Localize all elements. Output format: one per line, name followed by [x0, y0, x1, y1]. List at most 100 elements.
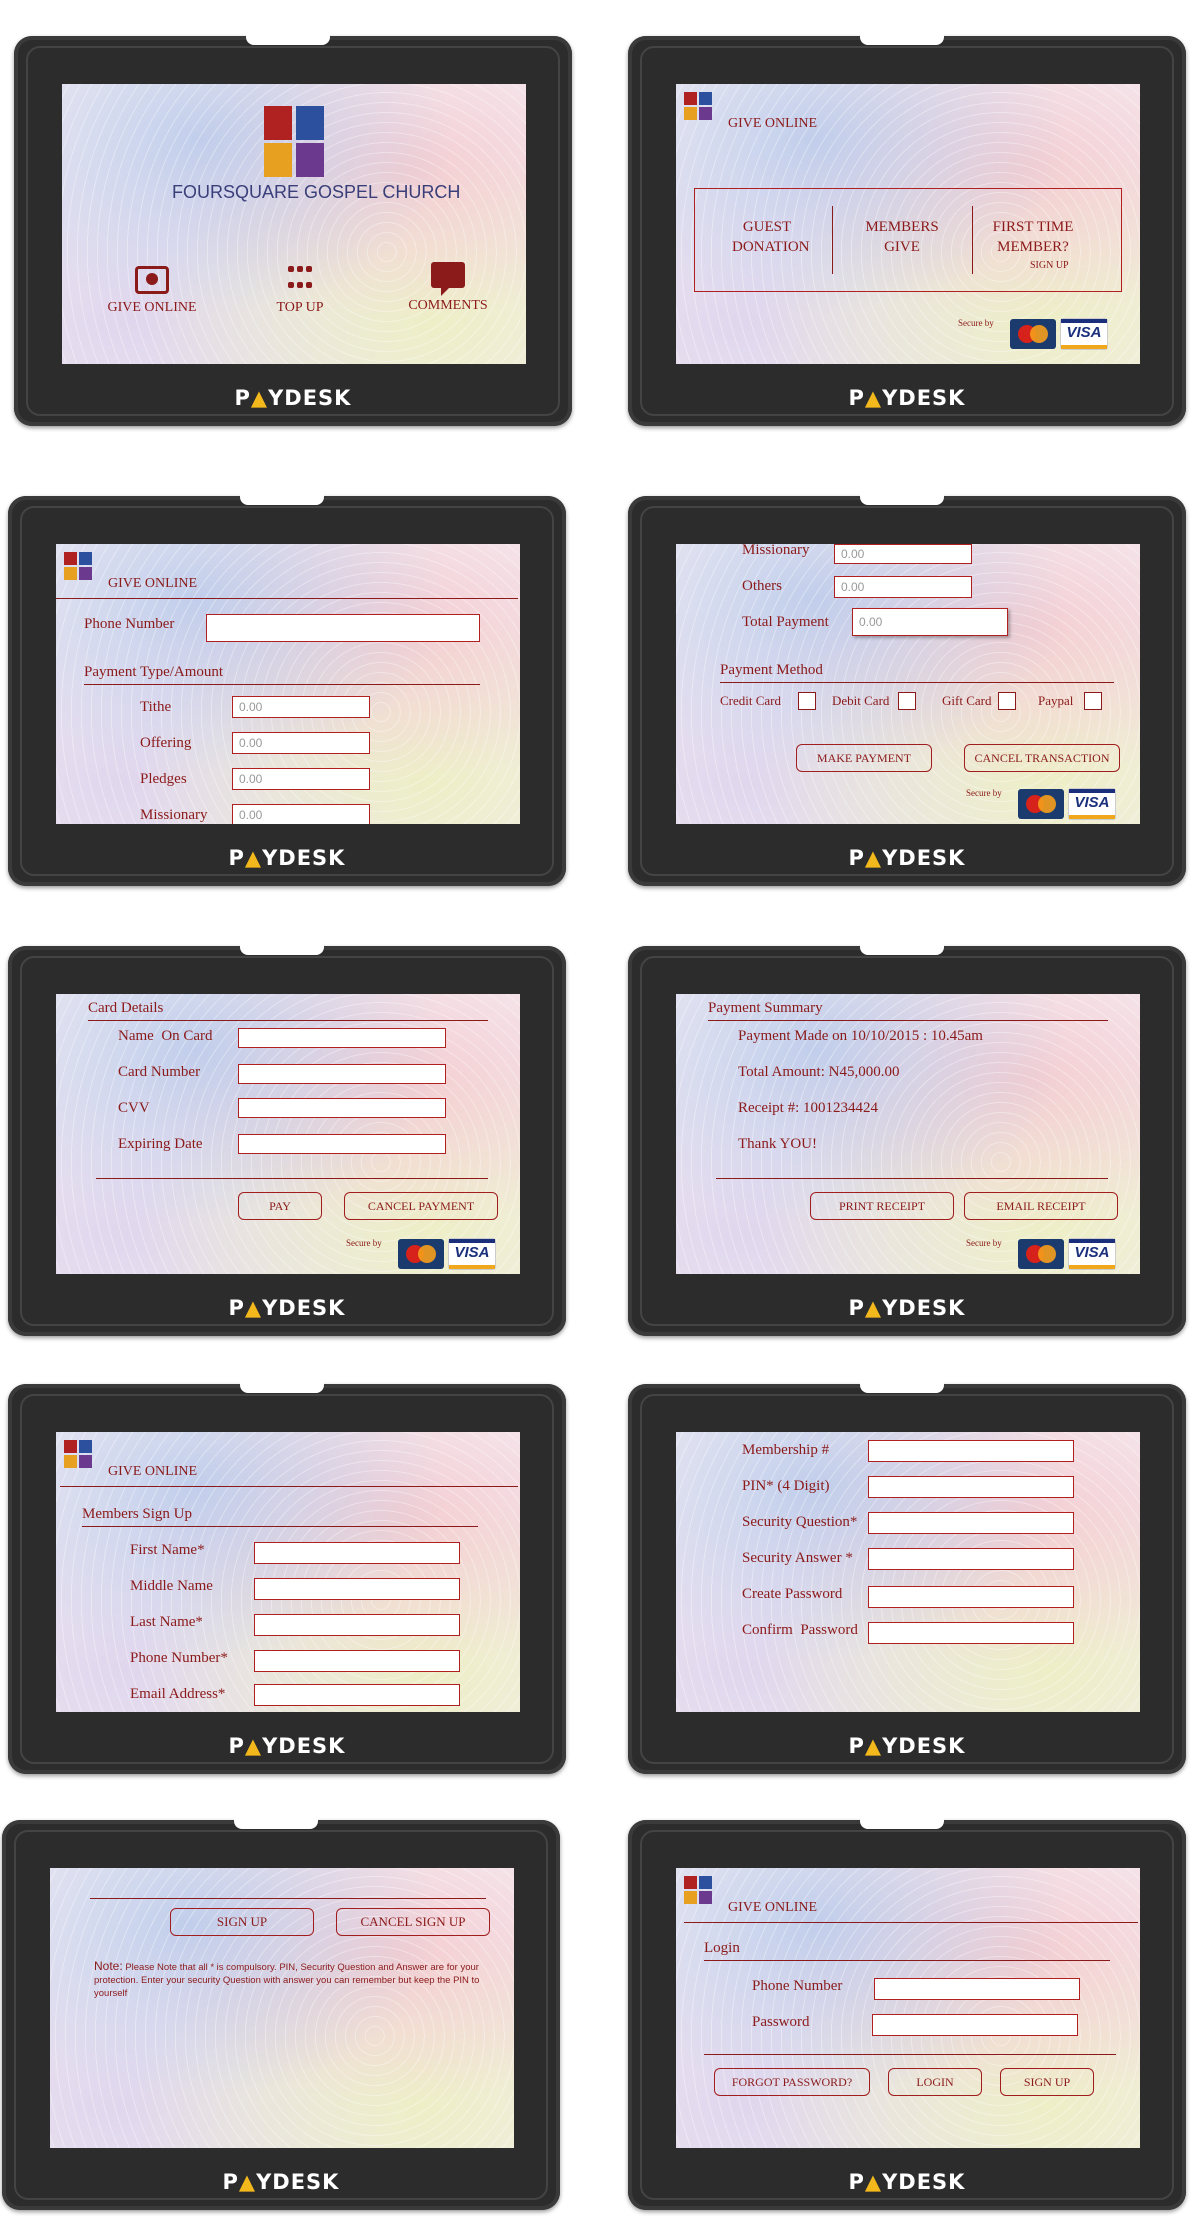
section-rule [82, 1526, 478, 1527]
expiring-date-label: Expiring Date [118, 1136, 203, 1152]
give-online-label: GIVE ONLINE [107, 300, 197, 315]
confirm-password-input[interactable] [868, 1622, 1074, 1644]
screen-security-setup: Membership # PIN* (4 Digit) Security Que… [676, 1432, 1140, 1712]
screen-give-online-options: GIVE ONLINE GUEST DONATION MEMBERS GIVE … [676, 84, 1140, 364]
credit-card-label: Credit Card [720, 693, 782, 708]
cvv-input[interactable] [238, 1098, 446, 1118]
screen-home: FOURSQUARE GOSPEL CHURCH GIVE ONLINE TOP… [62, 84, 526, 364]
money-icon [135, 266, 169, 294]
first-name-input[interactable] [254, 1542, 460, 1564]
membership-number-input[interactable] [868, 1440, 1074, 1462]
top-up-tile[interactable]: TOP UP [270, 266, 330, 316]
print-receipt-button[interactable]: PRINT RECEIPT [810, 1192, 954, 1220]
cancel-payment-button[interactable]: CANCEL PAYMENT [344, 1192, 498, 1220]
cancel-transaction-button[interactable]: CANCEL TRANSACTION [964, 744, 1120, 772]
pledges-input[interactable]: 0.00 [232, 768, 370, 790]
section-rule [716, 1178, 1108, 1179]
email-address-label: Email Address* [130, 1686, 226, 1702]
phone-number-input[interactable] [254, 1650, 460, 1672]
name-on-card-input[interactable] [238, 1028, 446, 1048]
credit-card-checkbox[interactable] [798, 692, 816, 710]
others-input[interactable]: 0.00 [834, 576, 972, 598]
create-password-label: Create Password [742, 1586, 843, 1602]
church-logo-small [64, 552, 92, 580]
pay-button[interactable]: PAY [238, 1192, 322, 1220]
visa-icon: VISA [1060, 318, 1108, 350]
comments-tile[interactable]: COMMENTS [398, 262, 498, 314]
missionary-input[interactable]: 0.00 [232, 804, 370, 824]
church-name: FOURSQUARE GOSPEL CHURCH [172, 182, 461, 202]
device-notch [860, 31, 944, 45]
expiring-date-input[interactable] [238, 1134, 446, 1154]
password-input[interactable] [872, 2014, 1078, 2036]
paydesk-logo: P▲YDESK [848, 846, 966, 870]
email-receipt-button[interactable]: EMAIL RECEIPT [964, 1192, 1118, 1220]
section-rule [96, 1178, 488, 1179]
payment-summary-label: Payment Summary [708, 1000, 823, 1016]
device-notch [860, 1815, 944, 1829]
tithe-input[interactable]: 0.00 [232, 696, 370, 718]
debit-card-checkbox[interactable] [898, 692, 916, 710]
paydesk-logo: P▲YDESK [848, 2170, 966, 2194]
payment-cards: VISA [398, 1238, 496, 1270]
paydesk-logo: P▲YDESK [228, 846, 346, 870]
screen-sign-up-confirm: SIGN UP CANCEL SIGN UP Note: Please Note… [50, 1868, 514, 2148]
section-rule [704, 1960, 1110, 1961]
cvv-label: CVV [118, 1100, 150, 1116]
paypal-checkbox[interactable] [1084, 692, 1102, 710]
device-card-details: Card Details Name On Card Card Number CV… [8, 941, 566, 1336]
secure-by-label: Secure by [966, 788, 1002, 798]
screen-payment-form: GIVE ONLINE Phone Number Payment Type/Am… [56, 544, 520, 824]
guest-donation-option[interactable]: GUEST DONATION [732, 217, 810, 257]
sign-up-button[interactable]: SIGN UP [170, 1908, 314, 1936]
screen-payment-summary: Payment Summary Payment Made on 10/10/20… [676, 994, 1140, 1274]
section-rule [708, 1020, 1108, 1021]
login-button[interactable]: LOGIN [888, 2068, 982, 2096]
secure-by-label: Secure by [346, 1238, 382, 1248]
middle-name-input[interactable] [254, 1578, 460, 1600]
device-payment-form: GIVE ONLINE Phone Number Payment Type/Am… [8, 491, 566, 886]
first-name-label: First Name* [130, 1542, 205, 1558]
members-give-option[interactable]: MEMBERS GIVE [862, 217, 942, 257]
offering-label: Offering [140, 735, 192, 751]
phone-number-input[interactable] [874, 1978, 1080, 2000]
grid-icon [286, 266, 314, 294]
security-question-input[interactable] [868, 1512, 1074, 1534]
sign-up-button[interactable]: SIGN UP [1000, 2068, 1094, 2096]
create-password-input[interactable] [868, 1586, 1074, 1608]
total-amount: Total Amount: N45,000.00 [738, 1064, 900, 1080]
device-notch [860, 1379, 944, 1393]
sign-up-link[interactable]: SIGN UP [1030, 260, 1069, 271]
paypal-label: Paypal [1038, 693, 1074, 708]
card-details-label: Card Details [88, 1000, 164, 1016]
pledges-label: Pledges [140, 771, 187, 787]
email-address-input[interactable] [254, 1684, 460, 1706]
device-payment-summary: Payment Summary Payment Made on 10/10/20… [628, 941, 1186, 1336]
missionary-input[interactable]: 0.00 [834, 544, 972, 564]
gift-card-checkbox[interactable] [998, 692, 1016, 710]
last-name-input[interactable] [254, 1614, 460, 1636]
security-answer-label: Security Answer * [742, 1550, 853, 1566]
device-members-sign-up: GIVE ONLINE Members Sign Up First Name* … [8, 1379, 566, 1774]
security-answer-input[interactable] [868, 1548, 1074, 1570]
confirm-password-label: Confirm Password [742, 1622, 858, 1638]
pin-input[interactable] [868, 1476, 1074, 1498]
device-payment-method: Missionary 0.00 Others 0.00 Total Paymen… [628, 491, 1186, 886]
cancel-sign-up-button[interactable]: CANCEL SIGN UP [336, 1908, 490, 1936]
forgot-password-button[interactable]: FORGOT PASSWORD? [714, 2068, 870, 2096]
offering-input[interactable]: 0.00 [232, 732, 370, 754]
gift-card-label: Gift Card [942, 693, 992, 708]
give-online-tile[interactable]: GIVE ONLINE [102, 266, 202, 316]
screen-card-details: Card Details Name On Card Card Number CV… [56, 994, 520, 1274]
security-question-label: Security Question* [742, 1514, 858, 1530]
total-payment-input[interactable]: 0.00 [852, 608, 1008, 636]
make-payment-button[interactable]: MAKE PAYMENT [796, 744, 932, 772]
phone-number-input[interactable] [206, 614, 480, 642]
others-label: Others [742, 578, 782, 594]
screen-payment-method: Missionary 0.00 Others 0.00 Total Paymen… [676, 544, 1140, 824]
phone-number-label: Phone Number [84, 616, 175, 632]
first-time-member-option[interactable]: FIRST TIME MEMBER? [992, 217, 1074, 257]
missionary-label: Missionary [742, 544, 810, 558]
comment-bubble-icon [431, 262, 465, 296]
card-number-input[interactable] [238, 1064, 446, 1084]
